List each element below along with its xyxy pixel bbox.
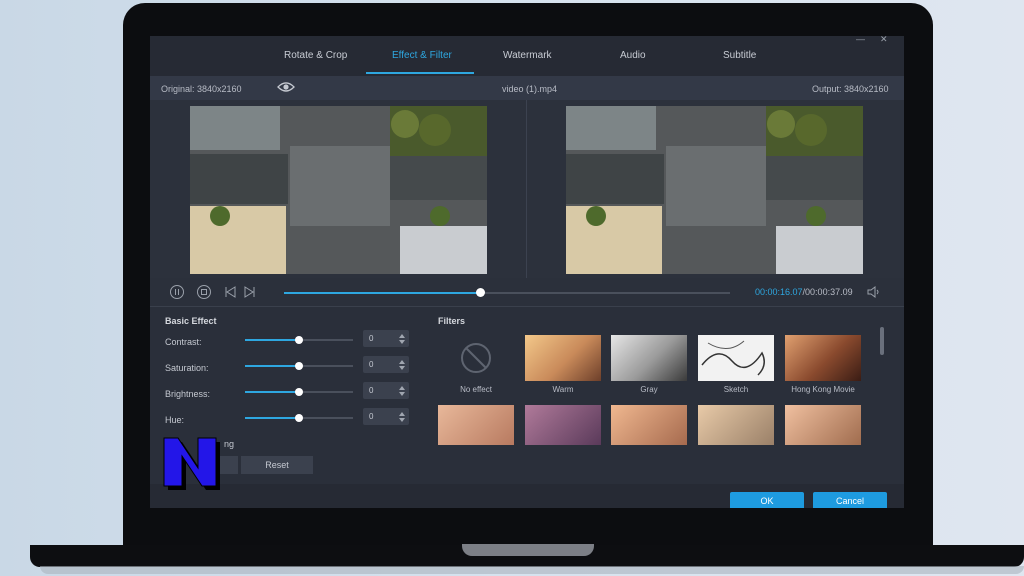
tab-effect-filter[interactable]: Effect & Filter: [392, 50, 452, 61]
filter-thumbnail[interactable]: [611, 405, 687, 445]
hue-slider-knob[interactable]: [295, 414, 303, 422]
contrast-slider-knob[interactable]: [295, 336, 303, 344]
brightness-slider[interactable]: [245, 388, 353, 396]
brightness-stepper[interactable]: 0: [363, 382, 409, 399]
laptop-shadow: [40, 566, 1024, 574]
file-name: video (1).mp4: [502, 84, 558, 94]
filter-hong-kong-movie[interactable]: [785, 335, 861, 381]
no-effect-icon: [461, 343, 491, 373]
saturation-label: Saturation:: [165, 363, 209, 373]
output-video-preview: [566, 106, 863, 274]
contrast-stepper[interactable]: 0: [363, 330, 409, 347]
timeline-track[interactable]: [284, 288, 730, 297]
increment-icon[interactable]: [399, 412, 405, 416]
filter-thumbnail[interactable]: [525, 405, 601, 445]
saturation-slider-fill: [245, 365, 299, 367]
preview-divider: [526, 100, 527, 278]
active-tab-indicator: [366, 72, 474, 74]
increment-icon[interactable]: [399, 360, 405, 364]
volume-icon[interactable]: [867, 286, 881, 298]
saturation-stepper[interactable]: 0: [363, 356, 409, 373]
hue-stepper[interactable]: 0: [363, 408, 409, 425]
filter-sketch[interactable]: [698, 335, 774, 381]
hue-value: 0: [369, 412, 374, 421]
filter-label-warm: Warm: [552, 385, 574, 394]
output-resolution: Output: 3840x2160: [812, 84, 889, 94]
next-frame-icon[interactable]: [244, 286, 256, 298]
filters-title: Filters: [438, 316, 466, 326]
stop-icon[interactable]: [197, 285, 211, 299]
deinterlacing-label-partial: ng: [224, 439, 235, 449]
filter-thumbnail[interactable]: [438, 405, 514, 445]
eye-icon[interactable]: [277, 81, 295, 93]
decrement-icon[interactable]: [399, 340, 405, 344]
increment-icon[interactable]: [399, 334, 405, 338]
time-readout: 00:00:16.07/00:00:37.09: [755, 287, 853, 297]
filters-scrollbar[interactable]: [880, 327, 884, 355]
pause-icon[interactable]: [170, 285, 184, 299]
filter-label-sketch: Sketch: [723, 385, 749, 394]
filter-gray[interactable]: [611, 335, 687, 381]
minimize-icon[interactable]: —: [856, 36, 865, 44]
playback-controls: 00:00:16.07/00:00:37.09: [150, 278, 904, 306]
total-time: /00:00:37.09: [802, 287, 853, 297]
close-icon[interactable]: ✕: [880, 36, 888, 45]
decrement-icon[interactable]: [399, 392, 405, 396]
original-resolution: Original: 3840x2160: [161, 84, 242, 94]
ok-button[interactable]: OK: [730, 492, 804, 508]
brightness-value: 0: [369, 386, 374, 395]
tab-bar: Rotate & Crop Effect & Filter Watermark …: [150, 36, 904, 76]
timeline-thumb[interactable]: [476, 288, 486, 297]
filter-warm[interactable]: [525, 335, 601, 381]
preview-area: [150, 100, 904, 278]
original-video-preview: [190, 106, 487, 274]
laptop-notch: [462, 544, 594, 556]
dialog-footer: OK Cancel: [150, 484, 904, 508]
reset-button[interactable]: Reset: [241, 456, 313, 474]
contrast-slider[interactable]: [245, 336, 353, 344]
timeline-progress: [284, 292, 481, 294]
basic-effect-title: Basic Effect: [165, 316, 217, 326]
editor-window: Rotate & Crop Effect & Filter Watermark …: [150, 36, 904, 508]
tab-audio[interactable]: Audio: [620, 50, 646, 61]
saturation-value: 0: [369, 360, 374, 369]
hue-label: Hue:: [165, 415, 185, 425]
saturation-slider-knob[interactable]: [295, 362, 303, 370]
hue-slider[interactable]: [245, 414, 353, 422]
contrast-label: Contrast:: [165, 337, 202, 347]
cancel-button[interactable]: Cancel: [813, 492, 887, 508]
n-logo-icon: [163, 437, 220, 490]
filter-thumbnail[interactable]: [698, 405, 774, 445]
filter-thumbnail[interactable]: [785, 405, 861, 445]
contrast-value: 0: [369, 334, 374, 343]
preview-info-bar: Original: 3840x2160 video (1).mp4 Output…: [150, 76, 904, 100]
hue-slider-fill: [245, 417, 299, 419]
brightness-slider-knob[interactable]: [295, 388, 303, 396]
settings-panel: Basic Effect Contrast: 0 Saturation: 0 B…: [150, 306, 904, 485]
increment-icon[interactable]: [399, 386, 405, 390]
brightness-slider-fill: [245, 391, 299, 393]
tab-watermark[interactable]: Watermark: [503, 50, 552, 61]
decrement-icon[interactable]: [399, 366, 405, 370]
saturation-slider[interactable]: [245, 362, 353, 370]
contrast-slider-fill: [245, 339, 299, 341]
filter-no-effect[interactable]: [438, 335, 514, 381]
filter-label-no-effect: No effect: [460, 385, 492, 394]
tab-subtitle[interactable]: Subtitle: [723, 50, 756, 61]
brightness-label: Brightness:: [165, 389, 211, 399]
filter-label-gray: Gray: [640, 385, 658, 394]
filter-label-hong-kong-movie: Hong Kong Movie: [791, 385, 855, 394]
decrement-icon[interactable]: [399, 418, 405, 422]
previous-frame-icon[interactable]: [224, 286, 236, 298]
current-time: 00:00:16.07: [755, 287, 803, 297]
tab-rotate-crop[interactable]: Rotate & Crop: [284, 50, 347, 61]
